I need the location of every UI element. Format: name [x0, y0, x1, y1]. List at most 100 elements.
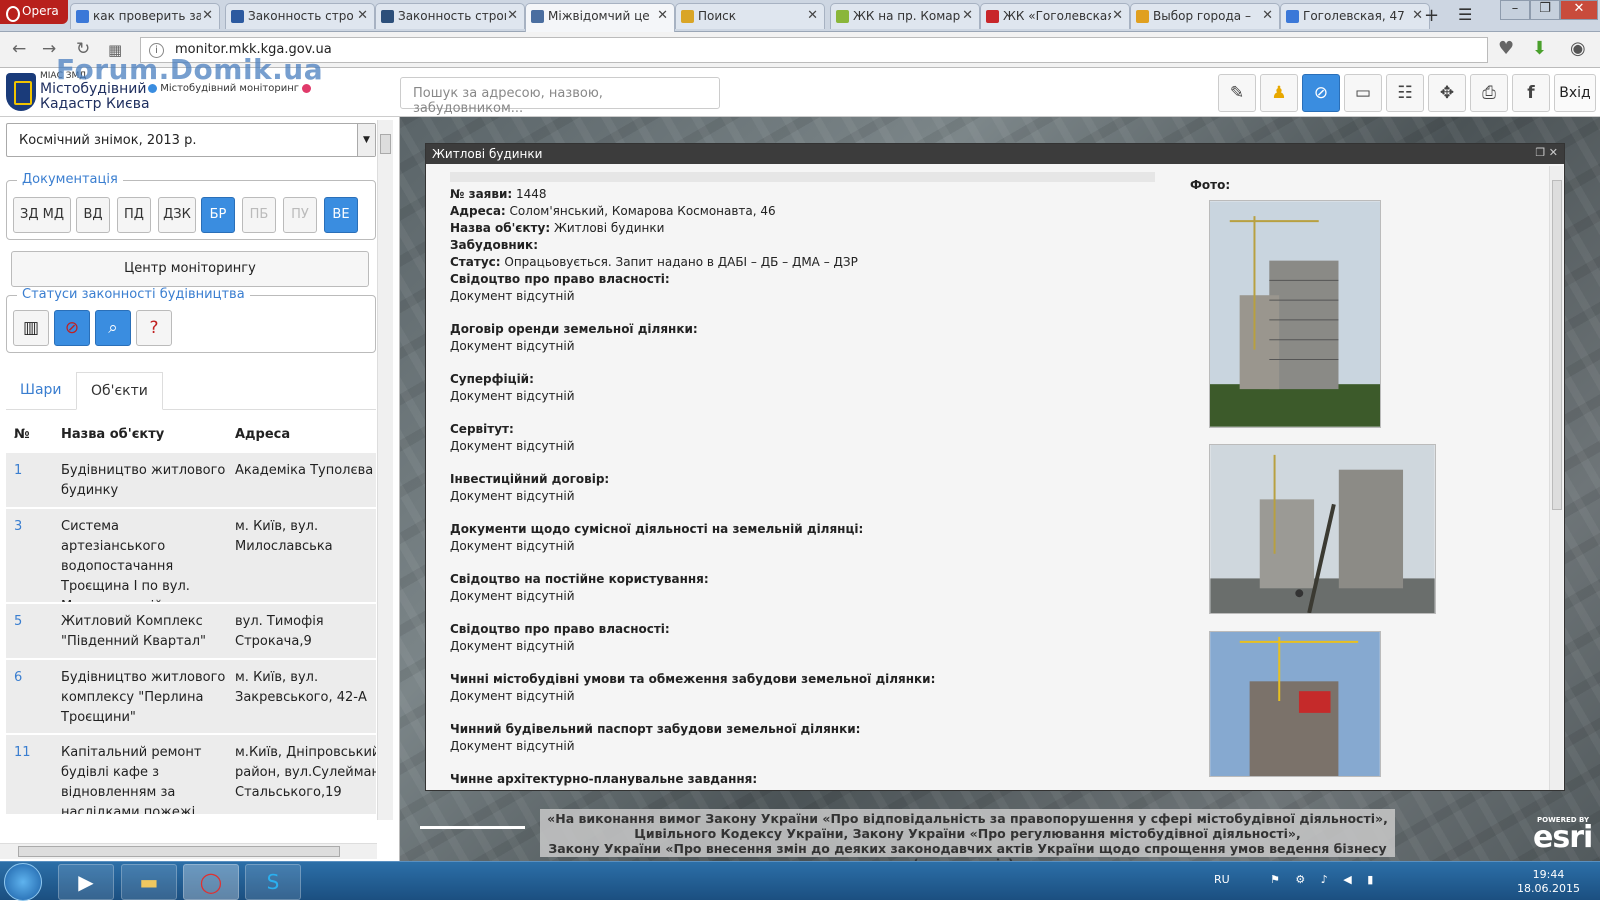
browser-tab[interactable]: Міжвідомчий це ✕ [525, 3, 675, 32]
media-player-taskbar-icon[interactable]: ▶ [58, 864, 114, 900]
tab-close-icon[interactable]: ✕ [1412, 8, 1423, 23]
table-row[interactable]: 1 Будівництво житлового будинку Академіка … [6, 453, 376, 508]
tab-menu-icon[interactable]: ☰ [1458, 5, 1472, 24]
document-entry: Договір оренди земельної ділянки: Докумен… [450, 321, 1155, 355]
info-field-value: Опрацьовується. Запит надано в ДАБІ – ДБ… [504, 255, 858, 269]
scroll-thumb[interactable] [380, 134, 391, 154]
kyiv-coat-of-arms-logo[interactable] [6, 73, 36, 111]
close-window-button[interactable]: ✕ [1560, 0, 1598, 20]
search-input[interactable]: Пошук за адресою, назвою, забудовником..… [400, 77, 720, 116]
scroll-thumb[interactable] [1552, 180, 1562, 510]
left-panel-vertical-scrollbar[interactable] [377, 120, 393, 820]
popup-close-icon[interactable]: ❐ ✕ [1535, 146, 1558, 159]
document-label: Сервітут: [450, 422, 514, 436]
tab-close-icon[interactable]: ✕ [507, 8, 518, 23]
left-panel-horizontal-scrollbar[interactable] [0, 843, 377, 859]
table-row[interactable]: 5 Житловий Комплекс "Південний Квартал" ву… [6, 604, 376, 659]
doc-button[interactable]: ПУ [283, 197, 317, 233]
start-button[interactable] [4, 863, 42, 901]
row-number[interactable]: 1 [14, 461, 22, 481]
tab-objects[interactable]: Об'єкти [76, 372, 163, 410]
row-name: Система артезіанського водопостачання Тр… [61, 519, 190, 602]
app-header: МІАС ЗМД Містобудівний Кадастр Києва Міс… [0, 53, 1600, 117]
fullextent-tool-button[interactable]: ✥ [1428, 74, 1466, 112]
opera-taskbar-icon[interactable]: ◯ [183, 864, 239, 900]
row-number[interactable]: 11 [14, 743, 31, 763]
browser-tab[interactable]: Поиск ✕ [675, 3, 825, 29]
browser-tab[interactable]: Выбор города – ✕ [1130, 3, 1280, 29]
browser-tab[interactable]: ЖК «Гоголевская ✕ [980, 3, 1130, 29]
browser-tab[interactable]: как проверить за ✕ [70, 3, 220, 29]
construction-photo-1[interactable] [1209, 200, 1381, 428]
popup-scrollbar[interactable] [1549, 166, 1563, 790]
tab-objects-label: Об'єкти [91, 383, 148, 399]
measure-tool-button[interactable]: ▭ [1344, 74, 1382, 112]
forward-icon[interactable]: → [42, 39, 56, 59]
monitoring-center-button[interactable]: Центр моніторингу [11, 251, 369, 287]
browser-tab[interactable]: Гоголевская, 47 ✕ [1280, 3, 1430, 29]
doc-button[interactable]: ВЕ [324, 197, 358, 233]
street-view-button[interactable]: ♟ [1260, 74, 1298, 112]
browser-tab[interactable]: Законность строи ✕ [375, 3, 525, 29]
search-status-button[interactable]: ⌕ [95, 310, 131, 346]
system-clock[interactable]: 19:44 18.06.2015 [1517, 868, 1580, 896]
account-icon[interactable]: ◉ [1570, 38, 1586, 59]
doc-button[interactable]: ВД [76, 197, 110, 233]
doc-button[interactable]: ПД [117, 197, 151, 233]
row-number[interactable]: 5 [14, 612, 22, 632]
browser-tab[interactable]: ЖК на пр. Комар ✕ [830, 3, 980, 29]
login-button[interactable]: Вхід [1554, 74, 1596, 112]
tab-close-icon[interactable]: ✕ [1112, 8, 1123, 23]
new-tab-button[interactable]: + [1424, 5, 1439, 26]
language-indicator[interactable]: RU [1214, 873, 1230, 886]
row-number[interactable]: 6 [14, 668, 22, 688]
table-row[interactable]: 3 Система артезіанського водопостачання Т… [6, 509, 376, 603]
basemap-select[interactable]: Космічний знімок, 2013 р. ▼ [6, 123, 376, 157]
row-number[interactable]: 3 [14, 517, 22, 537]
tab-favicon-icon [1286, 10, 1299, 23]
tab-close-icon[interactable]: ✕ [657, 8, 668, 23]
tab-close-icon[interactable]: ✕ [1262, 8, 1273, 23]
prohibited-status-button[interactable]: ⊘ [54, 310, 90, 346]
explorer-taskbar-icon[interactable]: ▬ [121, 864, 177, 900]
edit-tool-button[interactable]: ✎ [1218, 74, 1256, 112]
doc-button[interactable]: БР [201, 197, 235, 233]
table-row[interactable]: 11 Капітальний ремонт будівлі кафе з відн… [6, 735, 376, 815]
opera-menu-button[interactable]: Opera [0, 0, 68, 24]
doc-button[interactable]: ЗД МД [13, 197, 71, 233]
tab-title: Гоголевская, 47 [1303, 9, 1405, 23]
basemap-value: Космічний знімок, 2013 р. [19, 133, 197, 148]
clock-time: 19:44 [1532, 868, 1565, 881]
print-button[interactable]: ⎙ [1470, 74, 1508, 112]
scale-bar [420, 826, 525, 829]
back-icon[interactable]: ← [12, 39, 26, 59]
table-row[interactable]: 6 Будівництво житлового комплексу "Перлин… [6, 660, 376, 734]
navigation-tool-button[interactable]: ⊘ [1302, 74, 1340, 112]
document-entry: Свідоцтво на постійне користування: Докум… [450, 571, 1155, 605]
tab-close-icon[interactable]: ✕ [357, 8, 368, 23]
bookmark-heart-icon[interactable]: ♥ [1498, 38, 1514, 59]
tab-close-icon[interactable]: ✕ [202, 8, 213, 23]
skype-taskbar-icon[interactable]: S [245, 864, 301, 900]
construction-photo-2[interactable] [1209, 444, 1436, 614]
tab-close-icon[interactable]: ✕ [962, 8, 973, 23]
tab-close-icon[interactable]: ✕ [807, 8, 818, 23]
facebook-button[interactable]: f [1512, 74, 1550, 112]
layers-tool-button[interactable]: ☷ [1386, 74, 1424, 112]
tab-favicon-icon [836, 10, 849, 23]
minimize-button[interactable]: – [1500, 0, 1530, 20]
download-icon[interactable]: ⬇ [1532, 38, 1547, 59]
unknown-status-button[interactable]: ? [136, 310, 172, 346]
maximize-button[interactable]: ❐ [1530, 0, 1560, 20]
chevron-down-icon[interactable]: ▼ [357, 124, 375, 156]
building-status-button[interactable]: ▥ [13, 310, 49, 346]
doc-button[interactable]: ДЗК [158, 197, 196, 233]
construction-photo-3[interactable] [1209, 631, 1381, 777]
law-line-1: «На виконання вимог Закону України «Про … [547, 811, 1388, 826]
url-field[interactable]: i monitor.mkk.kga.gov.ua [140, 37, 1488, 63]
scroll-thumb[interactable] [18, 846, 340, 857]
tray-icons[interactable]: ⚑ ⚙ ♪ ◀ ▮ [1270, 873, 1379, 886]
doc-button[interactable]: ПБ [242, 197, 276, 233]
browser-tab[interactable]: Законность стро ✕ [225, 3, 375, 29]
tab-layers[interactable]: Шари [6, 372, 76, 410]
